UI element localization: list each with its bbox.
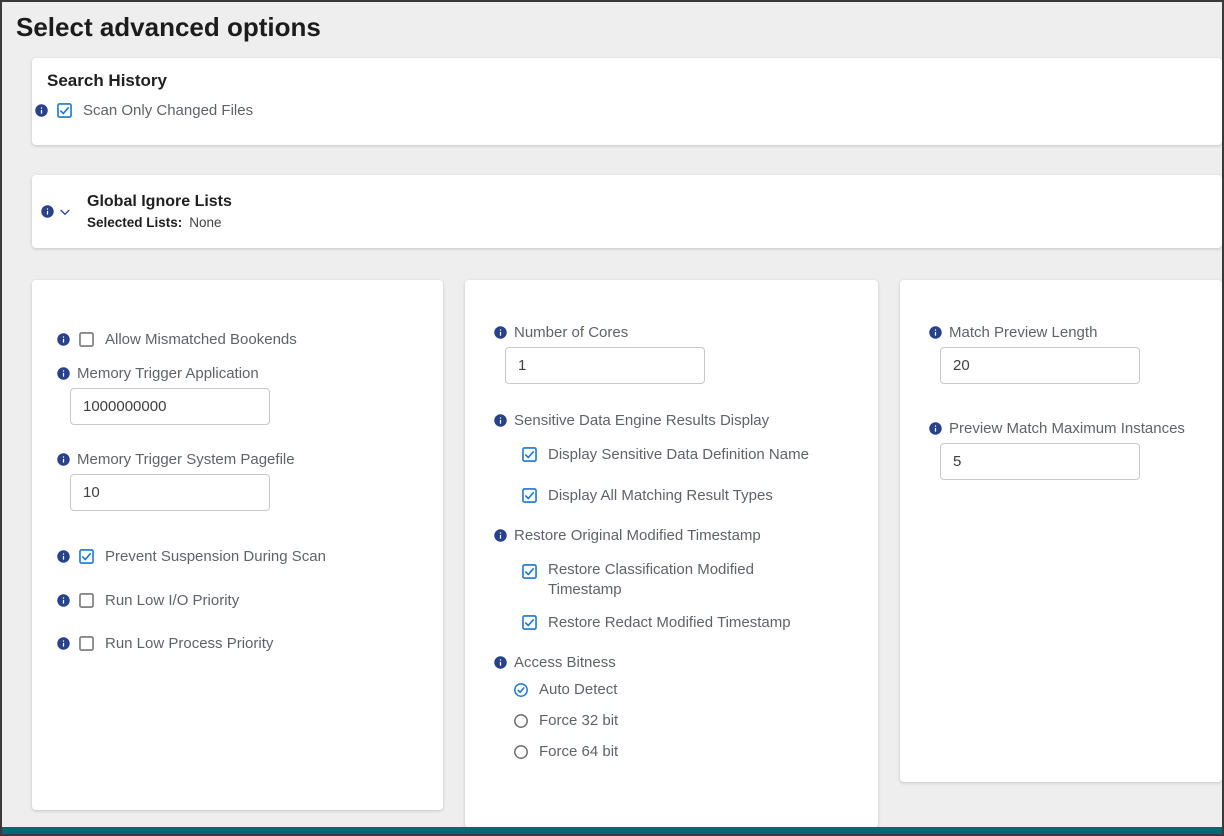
- allow-mismatched-bookends-checkbox[interactable]: [77, 330, 96, 349]
- restore-classification-modified-timestamp-checkbox[interactable]: [520, 562, 539, 581]
- restore-classification-modified-timestamp-row: Restore Classification Modified Timestam…: [520, 560, 850, 601]
- auto-detect-radio[interactable]: [512, 681, 530, 699]
- global-ignore-text: Global Ignore Lists Selected Lists: None: [87, 193, 232, 230]
- display-all-matching-result-types-row: Display All Matching Result Types: [520, 486, 850, 505]
- selected-lists-label: Selected Lists:: [87, 215, 182, 230]
- general-options-card: Allow Mismatched Bookends Memory Trigger…: [32, 280, 443, 810]
- scan-only-changed-files-label: Scan Only Changed Files: [83, 102, 253, 119]
- info-icon[interactable]: [56, 452, 71, 467]
- info-icon[interactable]: [56, 549, 71, 564]
- match-preview-length-label-row: Match Preview Length: [928, 324, 1194, 341]
- match-preview-length-label: Match Preview Length: [949, 324, 1097, 341]
- force-32-bit-label: Force 32 bit: [539, 712, 618, 729]
- preview-match-maximum-instances-label-row: Preview Match Maximum Instances: [928, 420, 1194, 437]
- memory-trigger-system-pagefile-label-row: Memory Trigger System Pagefile: [56, 451, 419, 468]
- run-low-process-priority-checkbox[interactable]: [77, 634, 96, 653]
- force-64-bit-radio[interactable]: [512, 743, 530, 761]
- search-history-card: Search History Scan Only Changed Files: [32, 58, 1222, 145]
- access-bitness-option-auto-detect: Auto Detect: [512, 681, 850, 699]
- prevent-suspension-during-scan-row: Prevent Suspension During Scan: [56, 547, 419, 566]
- info-icon[interactable]: [928, 325, 943, 340]
- advanced-options-page: Select advanced options Search History S…: [0, 0, 1224, 836]
- display-all-matching-result-types-label: Display All Matching Result Types: [548, 487, 773, 504]
- preview-match-maximum-instances-input[interactable]: [940, 443, 1140, 480]
- search-history-title: Search History: [47, 71, 1206, 91]
- info-icon[interactable]: [56, 366, 71, 381]
- info-icon[interactable]: [928, 421, 943, 436]
- preview-match-maximum-instances-label: Preview Match Maximum Instances: [949, 420, 1185, 437]
- access-bitness-option-force-32: Force 32 bit: [512, 712, 850, 730]
- selected-lists: Selected Lists: None: [87, 215, 232, 230]
- sensitive-data-engine-results-display-label: Sensitive Data Engine Results Display: [514, 412, 769, 429]
- memory-trigger-application-label-row: Memory Trigger Application: [56, 365, 419, 382]
- match-preview-length-input[interactable]: [940, 347, 1140, 384]
- display-all-matching-result-types-checkbox[interactable]: [520, 486, 539, 505]
- info-icon[interactable]: [34, 103, 49, 118]
- run-low-io-priority-label: Run Low I/O Priority: [105, 592, 239, 609]
- allow-mismatched-bookends-row: Allow Mismatched Bookends: [56, 330, 419, 349]
- allow-mismatched-bookends-label: Allow Mismatched Bookends: [105, 331, 297, 348]
- scan-only-changed-files-checkbox[interactable]: [55, 101, 74, 120]
- scan-only-changed-files-row: Scan Only Changed Files: [34, 101, 1206, 120]
- info-icon[interactable]: [493, 528, 508, 543]
- restore-classification-modified-timestamp-label: Restore Classification Modified Timestam…: [548, 560, 786, 601]
- engine-options-card: Number of Cores Sensitive Data Engine Re…: [465, 280, 878, 828]
- run-low-io-priority-row: Run Low I/O Priority: [56, 591, 419, 610]
- preview-options-card: Match Preview Length Preview Match Maxim…: [900, 280, 1222, 782]
- access-bitness-label-row: Access Bitness: [493, 654, 850, 671]
- number-of-cores-label-row: Number of Cores: [493, 324, 850, 341]
- access-bitness-label: Access Bitness: [514, 654, 616, 671]
- info-icon[interactable]: [493, 655, 508, 670]
- memory-trigger-application-label: Memory Trigger Application: [77, 365, 259, 382]
- prevent-suspension-during-scan-checkbox[interactable]: [77, 547, 96, 566]
- chevron-down-icon[interactable]: [57, 204, 73, 220]
- run-low-process-priority-row: Run Low Process Priority: [56, 634, 419, 653]
- info-icon[interactable]: [493, 413, 508, 428]
- auto-detect-label: Auto Detect: [539, 681, 617, 698]
- global-ignore-icons: [40, 204, 73, 220]
- display-sensitive-data-definition-name-checkbox[interactable]: [520, 445, 539, 464]
- prevent-suspension-during-scan-label: Prevent Suspension During Scan: [105, 548, 326, 565]
- selected-lists-value: None: [189, 215, 221, 230]
- info-icon[interactable]: [493, 325, 508, 340]
- memory-trigger-system-pagefile-label: Memory Trigger System Pagefile: [77, 451, 295, 468]
- restore-original-modified-timestamp-label-row: Restore Original Modified Timestamp: [493, 527, 850, 544]
- footer-bar: [2, 827, 1222, 834]
- run-low-process-priority-label: Run Low Process Priority: [105, 635, 273, 652]
- number-of-cores-label: Number of Cores: [514, 324, 628, 341]
- number-of-cores-input[interactable]: [505, 347, 705, 384]
- restore-redact-modified-timestamp-label: Restore Redact Modified Timestamp: [548, 614, 791, 631]
- sensitive-data-engine-results-display-label-row: Sensitive Data Engine Results Display: [493, 412, 850, 429]
- options-columns: Allow Mismatched Bookends Memory Trigger…: [32, 280, 1222, 828]
- restore-redact-modified-timestamp-row: Restore Redact Modified Timestamp: [520, 613, 850, 632]
- global-ignore-lists-card: Global Ignore Lists Selected Lists: None: [32, 175, 1222, 248]
- restore-original-modified-timestamp-label: Restore Original Modified Timestamp: [514, 527, 761, 544]
- access-bitness-option-force-64: Force 64 bit: [512, 743, 850, 761]
- info-icon[interactable]: [56, 593, 71, 608]
- memory-trigger-system-pagefile-input[interactable]: [70, 474, 270, 511]
- info-icon[interactable]: [56, 636, 71, 651]
- display-sensitive-data-definition-name-row: Display Sensitive Data Definition Name: [520, 445, 850, 464]
- display-sensitive-data-definition-name-label: Display Sensitive Data Definition Name: [548, 446, 809, 463]
- info-icon[interactable]: [40, 204, 55, 219]
- force-64-bit-label: Force 64 bit: [539, 743, 618, 760]
- force-32-bit-radio[interactable]: [512, 712, 530, 730]
- info-icon[interactable]: [56, 332, 71, 347]
- memory-trigger-application-input[interactable]: [70, 388, 270, 425]
- run-low-io-priority-checkbox[interactable]: [77, 591, 96, 610]
- restore-redact-modified-timestamp-checkbox[interactable]: [520, 613, 539, 632]
- global-ignore-lists-title: Global Ignore Lists: [87, 193, 232, 211]
- page-title: Select advanced options: [16, 12, 1222, 43]
